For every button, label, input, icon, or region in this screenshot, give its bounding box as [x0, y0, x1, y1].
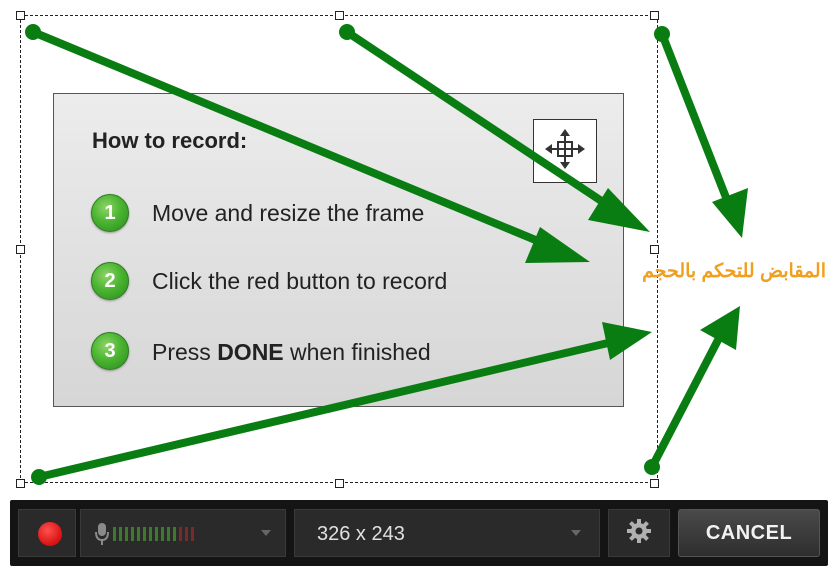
microphone-icon: [95, 522, 109, 551]
arrow-from-top-right: [658, 30, 731, 204]
arrow-from-top-left: [29, 28, 554, 250]
arrow-dot-top-left: [25, 24, 41, 40]
frame-size-value: 326 x 243: [317, 523, 405, 545]
arrowhead-from-bottom-left: [602, 322, 652, 360]
audio-level-meter: [113, 527, 194, 541]
arrow-from-bottom-right: [648, 336, 722, 471]
record-icon: [38, 522, 62, 546]
settings-button[interactable]: [608, 509, 670, 557]
chevron-down-icon: [261, 530, 271, 536]
record-button[interactable]: [18, 509, 76, 557]
arrow-from-bottom-left: [35, 339, 612, 481]
arrow-dot-top-center: [339, 24, 355, 40]
arrow-dot-bottom-right: [644, 459, 660, 475]
arrowhead-from-top-left: [525, 227, 590, 263]
microphone-dropdown[interactable]: [80, 509, 286, 557]
resize-handles-callout: المقابض للتحكم بالحجم: [642, 261, 826, 282]
gear-icon: [626, 518, 652, 549]
recorder-toolbar: 326 x 243 CANCEL: [10, 500, 828, 566]
arrow-from-top-center: [343, 28, 619, 214]
arrow-dot-bottom-left: [31, 469, 47, 485]
arrowhead-from-top-right: [712, 188, 748, 238]
arrow-dot-top-right: [654, 26, 670, 42]
cancel-button[interactable]: CANCEL: [678, 509, 820, 557]
frame-size-dropdown[interactable]: 326 x 243: [294, 509, 600, 557]
annotation-arrows: [25, 24, 748, 485]
chevron-down-icon: [571, 530, 581, 536]
